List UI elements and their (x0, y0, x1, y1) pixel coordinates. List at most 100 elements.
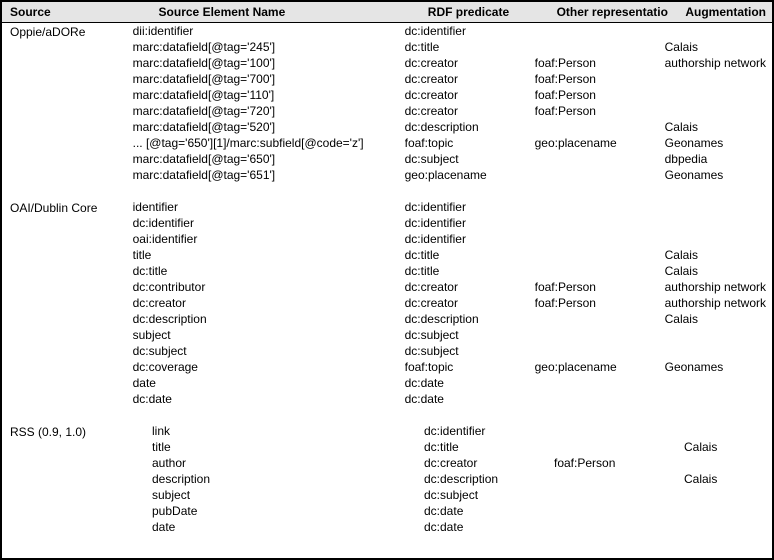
table-row: pubDatedc:date (152, 503, 772, 519)
cell-other-representation (535, 375, 665, 391)
cell-source-element-name: marc:datafield[@tag='245'] (133, 39, 405, 55)
cell-source-element-name: description (152, 471, 424, 487)
cell-other-representation (535, 247, 665, 263)
cell-other-representation (535, 391, 665, 407)
cell-source-element-name: date (152, 519, 424, 535)
cell-rdf-predicate: dc:identifier (405, 23, 535, 39)
cell-other-representation: foaf:Person (535, 295, 665, 311)
cell-augmentation (665, 327, 772, 343)
source-label: RSS (0.9, 1.0) (2, 423, 152, 535)
cell-other-representation: foaf:Person (554, 455, 684, 471)
cell-other-representation (535, 199, 665, 215)
cell-source-element-name: dc:contributor (133, 279, 405, 295)
source-label: OAI/Dublin Core (2, 199, 133, 407)
cell-rdf-predicate: foaf:topic (405, 135, 535, 151)
cell-other-representation: geo:placename (535, 135, 665, 151)
table-row: datedc:date (152, 519, 772, 535)
cell-augmentation (684, 519, 772, 535)
cell-other-representation (535, 167, 665, 183)
table-row: marc:datafield[@tag='651']geo:placenameG… (133, 167, 772, 183)
cell-other-representation: foaf:Person (535, 55, 665, 71)
cell-other-representation (535, 311, 665, 327)
cell-other-representation: foaf:Person (535, 279, 665, 295)
table-row: dc:coveragefoaf:topicgeo:placenameGeonam… (133, 359, 772, 375)
cell-other-representation (554, 503, 684, 519)
cell-augmentation: authorship network (665, 295, 772, 311)
cell-rdf-predicate: dc:description (405, 311, 535, 327)
cell-source-element-name: marc:datafield[@tag='650'] (133, 151, 405, 167)
cell-source-element-name: title (152, 439, 424, 455)
col-header-source: Source (2, 2, 151, 22)
cell-rdf-predicate: dc:creator (424, 455, 554, 471)
table-row: dc:contributordc:creatorfoaf:Personautho… (133, 279, 772, 295)
cell-rdf-predicate: dc:date (424, 503, 554, 519)
table-row: oai:identifierdc:identifier (133, 231, 772, 247)
cell-source-element-name: oai:identifier (133, 231, 405, 247)
cell-other-representation: geo:placename (535, 359, 665, 375)
cell-augmentation (665, 231, 772, 247)
cell-source-element-name: marc:datafield[@tag='651'] (133, 167, 405, 183)
cell-source-element-name: identifier (133, 199, 405, 215)
table-row: dc:titledc:titleCalais (133, 263, 772, 279)
table-row: dc:subjectdc:subject (133, 343, 772, 359)
group-spacer (2, 183, 772, 199)
cell-other-representation (554, 519, 684, 535)
cell-augmentation: Calais (665, 311, 772, 327)
cell-rdf-predicate: dc:date (424, 519, 554, 535)
cell-augmentation: Calais (665, 263, 772, 279)
cell-other-representation (535, 327, 665, 343)
table-row: subjectdc:subject (152, 487, 772, 503)
cell-rdf-predicate: dc:creator (405, 55, 535, 71)
cell-other-representation (554, 423, 684, 439)
cell-augmentation: Geonames (665, 359, 772, 375)
col-header-rdf: RDF predicate (420, 2, 549, 22)
cell-augmentation: Calais (684, 471, 772, 487)
cell-source-element-name: dc:title (133, 263, 405, 279)
cell-rdf-predicate: dc:subject (405, 327, 535, 343)
cell-augmentation (684, 455, 772, 471)
group-spacer (2, 407, 772, 423)
table-body: Oppie/aDORedii:identifierdc:identifierma… (2, 23, 772, 558)
cell-rdf-predicate: dc:creator (405, 71, 535, 87)
cell-augmentation (684, 423, 772, 439)
cell-source-element-name: marc:datafield[@tag='700'] (133, 71, 405, 87)
cell-source-element-name: dc:description (133, 311, 405, 327)
cell-other-representation (554, 487, 684, 503)
table-row: linkdc:identifier (152, 423, 772, 439)
cell-augmentation: Geonames (665, 135, 772, 151)
source-rows: linkdc:identifiertitledc:titleCalaisauth… (152, 423, 772, 535)
table-row: marc:datafield[@tag='720']dc:creatorfoaf… (133, 103, 772, 119)
cell-other-representation (554, 439, 684, 455)
table-row: marc:datafield[@tag='110']dc:creatorfoaf… (133, 87, 772, 103)
cell-rdf-predicate: dc:subject (405, 151, 535, 167)
table-row: descriptiondc:descriptionCalais (152, 471, 772, 487)
cell-other-representation (554, 471, 684, 487)
table-row: marc:datafield[@tag='650']dc:subjectdbpe… (133, 151, 772, 167)
cell-rdf-predicate: dc:creator (405, 279, 535, 295)
cell-source-element-name: dc:identifier (133, 215, 405, 231)
cell-source-element-name: marc:datafield[@tag='520'] (133, 119, 405, 135)
table-row: ... [@tag='650'][1]/marc:subfield[@code=… (133, 135, 772, 151)
col-header-other: Other representatio (549, 2, 678, 22)
cell-augmentation: authorship network (665, 279, 772, 295)
cell-augmentation: Calais (665, 39, 772, 55)
cell-other-representation (535, 343, 665, 359)
cell-source-element-name: marc:datafield[@tag='110'] (133, 87, 405, 103)
cell-rdf-predicate: dc:creator (405, 87, 535, 103)
cell-source-element-name: subject (133, 327, 405, 343)
cell-source-element-name: dc:date (133, 391, 405, 407)
col-header-sename: Source Element Name (151, 2, 420, 22)
cell-source-element-name: link (152, 423, 424, 439)
cell-rdf-predicate: dc:identifier (405, 199, 535, 215)
table-row: subjectdc:subject (133, 327, 772, 343)
source-rows: dii:identifierdc:identifiermarc:datafiel… (133, 23, 772, 183)
cell-other-representation (535, 39, 665, 55)
source-group: OAI/Dublin Coreidentifierdc:identifierdc… (2, 199, 772, 407)
table-row: marc:datafield[@tag='100']dc:creatorfoaf… (133, 55, 772, 71)
cell-source-element-name: ... [@tag='650'][1]/marc:subfield[@code=… (133, 135, 405, 151)
table-header-row: Source Source Element Name RDF predicate… (2, 2, 772, 23)
cell-other-representation (535, 151, 665, 167)
cell-other-representation: foaf:Person (535, 103, 665, 119)
cell-rdf-predicate: dc:identifier (405, 231, 535, 247)
cell-rdf-predicate: dc:date (405, 391, 535, 407)
